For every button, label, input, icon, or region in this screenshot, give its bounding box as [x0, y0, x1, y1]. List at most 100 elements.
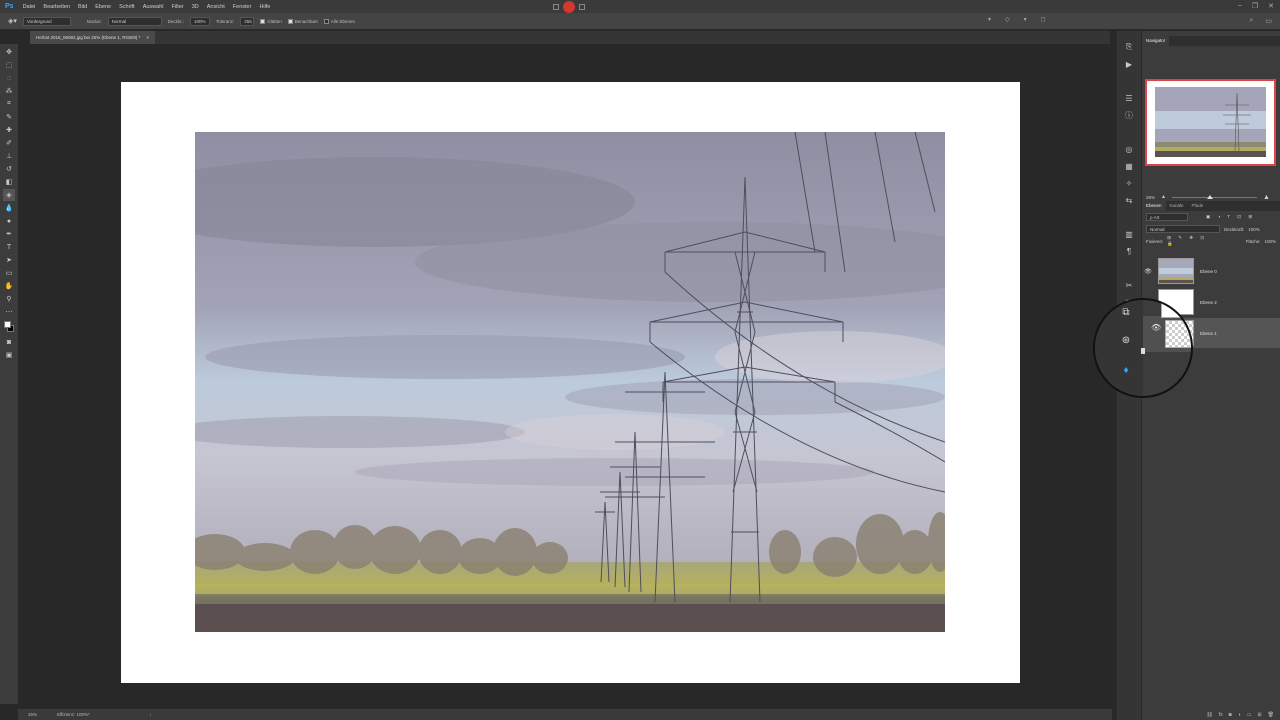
layer-opacity-value[interactable]: 100%: [1248, 227, 1260, 232]
menu-bearbeiten[interactable]: Bearbeiten: [39, 4, 74, 10]
all-layers-checkbox[interactable]: Alle Ebenen: [323, 18, 355, 24]
styles-panel-icon[interactable]: ▥: [1123, 228, 1135, 240]
canvas-area[interactable]: [30, 44, 1110, 709]
paragraph-panel-icon[interactable]: ¶: [1123, 245, 1135, 257]
new-group-icon[interactable]: ▭: [1247, 712, 1252, 718]
record-icon[interactable]: [563, 1, 575, 13]
shape-tool-icon[interactable]: ▭: [3, 267, 15, 279]
stamp-tool-icon[interactable]: ⊥: [3, 150, 15, 162]
more-tools-icon[interactable]: ⋯: [3, 306, 15, 318]
crop-tool-icon[interactable]: ⌗: [3, 98, 15, 110]
menu-bild[interactable]: Bild: [74, 4, 91, 10]
adjustments-panel-icon[interactable]: ⇆: [1123, 194, 1135, 206]
fill-value[interactable]: 100%: [1264, 239, 1276, 244]
adjustment-layer-icon[interactable]: ◑: [1238, 712, 1241, 718]
properties-panel-icon[interactable]: ☰: [1123, 92, 1135, 104]
tab-paths[interactable]: Pfade: [1188, 201, 1208, 211]
smoothing-checkbox[interactable]: Glätten: [260, 18, 282, 24]
pen-tool-icon[interactable]: ✒: [3, 228, 15, 240]
zoom-tool-icon[interactable]: ⚲: [3, 293, 15, 305]
tools-settings-icon[interactable]: ✂: [1123, 279, 1135, 291]
extra-icon[interactable]: ▾: [1024, 16, 1027, 23]
contiguous-checkbox[interactable]: Benachbart: [287, 18, 318, 24]
layer-filter-select[interactable]: ρ Art: [1146, 213, 1188, 221]
quick-mask-icon[interactable]: ◙: [3, 336, 15, 348]
path-select-icon[interactable]: ➤: [3, 254, 15, 266]
status-menu-arrow[interactable]: ›: [150, 712, 152, 717]
status-zoom[interactable]: 25%: [28, 712, 37, 717]
layer-style-icon[interactable]: fx: [1219, 712, 1223, 718]
layer-mask-icon[interactable]: ◙: [1229, 712, 1232, 718]
close-tab-icon[interactable]: ×: [146, 35, 149, 40]
new-layer-icon[interactable]: ⊞: [1257, 712, 1261, 718]
swatches-panel-icon[interactable]: ▦: [1123, 160, 1135, 172]
mode-select[interactable]: Normal: [107, 16, 162, 26]
screen-mode-icon[interactable]: ▣: [3, 349, 15, 361]
search-icon[interactable]: ⌕: [1249, 17, 1253, 25]
layer-row-ebene-0[interactable]: 👁 Ebene 0: [1142, 256, 1274, 286]
lasso-tool-icon[interactable]: ◌: [3, 72, 15, 84]
navigator-view-frame[interactable]: [1145, 79, 1276, 166]
fill-source-select[interactable]: Vordergrund: [22, 16, 71, 26]
tab-navigator[interactable]: Navigator: [1142, 36, 1170, 46]
blur-tool-icon[interactable]: 💧: [3, 202, 15, 214]
history-brush-icon[interactable]: ↺: [3, 163, 15, 175]
type-tool-icon[interactable]: T: [3, 241, 15, 253]
extra-icon[interactable]: ▾: [988, 16, 991, 23]
filter-icons[interactable]: ▣ ◑ T ⊡ ⊞: [1206, 214, 1255, 220]
dodge-tool-icon[interactable]: ●: [3, 215, 15, 227]
blend-mode-select[interactable]: Normal: [1146, 225, 1220, 233]
close-icon[interactable]: ✕: [1268, 2, 1274, 10]
workspace-icon[interactable]: ▭: [1265, 17, 1272, 25]
navigator-zoom-value[interactable]: 25%: [1146, 195, 1155, 200]
tab-channels[interactable]: Kanäle: [1166, 201, 1188, 211]
link-layers-icon[interactable]: ⛓: [1206, 712, 1212, 718]
3d-panel-icon[interactable]: ◎: [1123, 143, 1135, 155]
foreground-color-swatch[interactable]: [4, 321, 11, 328]
grid-icon[interactable]: [553, 4, 559, 10]
menu-auswahl[interactable]: Auswahl: [139, 4, 168, 10]
history-panel-icon[interactable]: ⎘: [1123, 41, 1135, 53]
tolerance-field[interactable]: 255: [240, 16, 255, 26]
brush-tool-icon[interactable]: ✐: [3, 137, 15, 149]
extra-icon[interactable]: ◻: [1041, 16, 1046, 23]
zoom-slider[interactable]: [1171, 194, 1257, 199]
menu-ebene[interactable]: Ebene: [91, 4, 115, 10]
document-tab[interactable]: Herbst 2016_06082.jpg bei 25% (Ebene 1, …: [30, 31, 155, 44]
menu-hilfe[interactable]: Hilfe: [255, 4, 274, 10]
minimize-icon[interactable]: –: [1238, 2, 1242, 10]
square-icon[interactable]: [579, 4, 585, 10]
extra-icon[interactable]: ◇: [1005, 16, 1010, 23]
layer-name[interactable]: Ebene 0: [1200, 269, 1217, 274]
magic-wand-icon[interactable]: ⁂: [3, 85, 15, 97]
navigator-preview[interactable]: [1145, 79, 1276, 166]
menu-schrift[interactable]: Schrift: [115, 4, 139, 10]
layer-name[interactable]: Ebene 2: [1200, 300, 1217, 305]
visibility-eye-icon[interactable]: 👁: [1142, 268, 1154, 275]
zoom-slider-knob[interactable]: [1206, 194, 1213, 199]
delete-layer-icon[interactable]: 🗑: [1268, 712, 1274, 718]
hand-tool-icon[interactable]: ✋: [3, 280, 15, 292]
menu-ansicht[interactable]: Ansicht: [203, 4, 229, 10]
tool-presets-icon[interactable]: ✧: [1123, 177, 1135, 189]
info-panel-icon[interactable]: ⓘ: [1123, 109, 1135, 121]
move-tool-icon[interactable]: ✥: [3, 46, 15, 58]
menu-3d[interactable]: 3D: [188, 4, 203, 10]
layer-name[interactable]: Ebene 1: [1200, 331, 1217, 336]
color-swatches[interactable]: [3, 319, 15, 335]
menu-datei[interactable]: Datei: [19, 4, 40, 10]
eraser-icon[interactable]: ◧: [3, 176, 15, 188]
zoom-in-icon[interactable]: ▲: [1263, 194, 1270, 201]
actions-panel-icon[interactable]: ▶: [1123, 58, 1135, 70]
paint-bucket-preset-icon[interactable]: ◈▾: [8, 17, 17, 25]
paint-bucket-icon[interactable]: ◈: [3, 189, 15, 201]
menu-fenster[interactable]: Fenster: [229, 4, 256, 10]
tab-layers[interactable]: Ebenen: [1142, 201, 1166, 211]
zoom-out-icon[interactable]: ▲: [1161, 194, 1166, 200]
photo-layer[interactable]: [195, 132, 945, 632]
restore-icon[interactable]: ❐: [1252, 2, 1258, 10]
menu-filter[interactable]: Filter: [167, 4, 187, 10]
marquee-tool-icon[interactable]: ⬚: [3, 59, 15, 71]
eyedropper-icon[interactable]: ✎: [3, 111, 15, 123]
opacity-field[interactable]: 100%: [189, 16, 210, 26]
